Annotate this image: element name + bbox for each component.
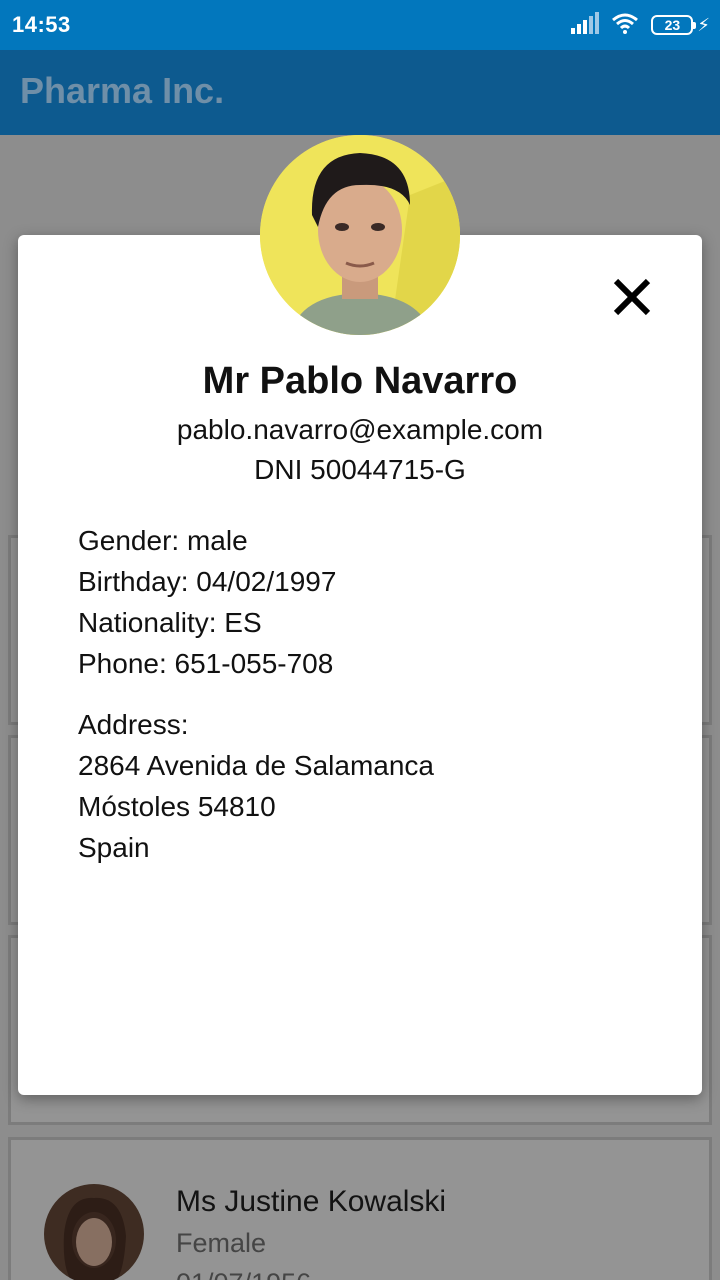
address-city: Móstoles 54810 (78, 791, 276, 822)
user-dni: DNI 50044715-G (254, 454, 466, 485)
status-bar: 14:53 23 ⚡ (0, 0, 720, 50)
address-country: Spain (78, 832, 150, 863)
user-name: Mr Pablo Navarro (202, 360, 518, 402)
signal-icon (571, 11, 600, 39)
status-icons: 23 ⚡ (571, 11, 710, 39)
address-label: Address: (78, 709, 189, 740)
user-email: pablo.navarro@example.com (176, 414, 544, 445)
wifi-icon (611, 12, 639, 39)
user-gender: Gender: male (78, 525, 248, 556)
charging-icon: ⚡ (697, 14, 710, 35)
app-title: Pharma Inc. (20, 70, 225, 111)
address-street: 2864 Avenida de Salamanca (78, 750, 434, 781)
close-icon (613, 278, 651, 316)
user-phone: Phone: 651-055-708 (78, 648, 334, 679)
close-button[interactable] (605, 270, 659, 324)
app-bar: Pharma Inc. (0, 50, 720, 135)
user-birthday: Birthday: 04/02/1997 (78, 566, 337, 597)
user-photo (260, 135, 460, 335)
status-time: 14:53 (12, 12, 71, 37)
battery-icon: 23 ⚡ (651, 15, 710, 36)
battery-level: 23 (651, 15, 697, 35)
user-nationality: Nationality: ES (78, 607, 262, 638)
